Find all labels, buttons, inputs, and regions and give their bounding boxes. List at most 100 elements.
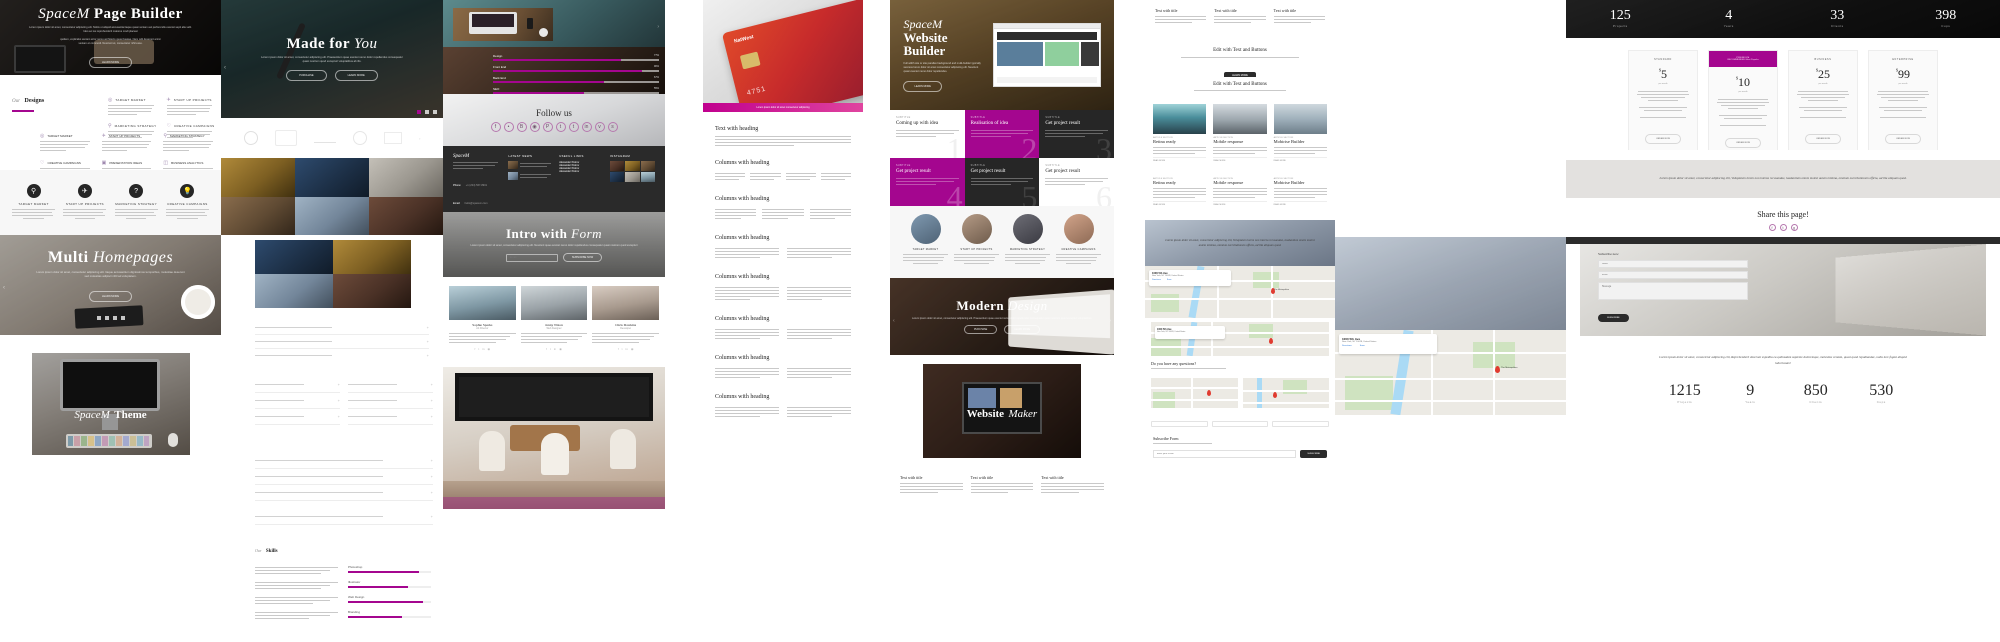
spacem-theme-card[interactable]: SpaceM Theme [31,353,190,455]
team-card[interactable]: Jenny Nixon Web Designer f t in ◉ [520,286,588,367]
icon-feature-item[interactable]: ⚲ TARGET MARKET [12,184,56,221]
map-pin-icon[interactable] [1269,338,1273,344]
footer-link[interactable]: Alexander Petrov [559,170,604,173]
hero-modern-design[interactable]: Modern Design Lorem ipsum dolor sit amet… [890,278,1114,355]
accordion-row[interactable]: + [255,453,433,469]
facebook-icon[interactable]: f [546,347,547,351]
map-panel-4[interactable] [1242,378,1329,408]
card-readmore[interactable]: READ MORE [1213,157,1267,162]
gallery-tile[interactable] [221,196,295,235]
subscribe-email-input[interactable] [1598,271,1748,279]
accordion-row[interactable]: + [348,393,433,409]
pricing-card[interactable]: STANDARD $5 per month ORDER NOW [1628,50,1698,150]
map-pin-icon[interactable] [1495,366,1500,373]
client-logo[interactable] [313,133,336,143]
subscribe-button[interactable]: SUBSCRIBE [1300,450,1327,458]
circle-feature-item[interactable]: START UP PROJECTS [954,214,999,278]
step-card[interactable]: SUBTITLE Get project result 5 [964,158,1040,206]
map-save-button[interactable]: Save [1167,279,1172,281]
client-logo[interactable] [243,131,258,145]
accordion-row[interactable]: + [255,409,340,425]
feature-item[interactable]: ✈ START UP PROJECTS [166,97,216,117]
slider-dots[interactable] [417,110,437,114]
team-card[interactable]: Chris Dawkins Developer f t in ◉ [592,286,659,367]
gallery-tile[interactable] [255,240,333,274]
flickr-icon[interactable]: • [503,122,514,132]
logo-next-arrow[interactable]: › [419,136,420,141]
feature-card[interactable]: ARTICLE SECTION Retina ready READ MORE [1153,104,1207,170]
accordion-row[interactable]: + [255,377,340,393]
accordion-row[interactable]: + [255,349,429,359]
facebook-icon[interactable]: f [475,347,476,351]
feature-item[interactable]: ◎ TARGET MARKET [108,97,157,117]
pricing-card[interactable]: ENTERPRISE $99 per month ORDER NOW [1868,50,1938,150]
feature-item[interactable]: ▣ PRESENTATION IDEAS [101,160,154,170]
feature-card[interactable]: ARTICLE SECTION Mobirise Builder READ MO… [1273,104,1327,170]
twitter-icon[interactable]: t [478,347,479,351]
gallery-tile[interactable] [369,196,443,235]
map-info-card[interactable]: 1000 5th Ave New York, NY 10028, United … [1339,334,1437,354]
slider-dots[interactable] [13,316,208,321]
slider-prev-arrow[interactable]: ‹ [893,318,895,324]
hero-page-builder[interactable]: SpaceM Page Builder Lorem ipsum dolor si… [0,0,221,75]
footer-news-item[interactable] [508,161,553,169]
step-card[interactable]: SUBTITLE Get project result 6 [1039,158,1114,206]
hero-learn-more-button[interactable]: LEARN MORE [1004,325,1041,335]
map-info-card[interactable]: 1000 5th Ave New York, NY 10028, United … [1155,326,1225,339]
pinterest-icon[interactable]: P [542,122,553,132]
linkedin-icon[interactable]: in [554,347,556,351]
vimeo-icon[interactable]: v [594,122,605,132]
footer-news-item[interactable] [508,172,553,180]
order-button[interactable]: ORDER NOW [1885,134,1921,144]
twitter-icon[interactable]: t [555,122,566,132]
subscribe-email-input[interactable] [1153,450,1297,458]
map-directions-button[interactable]: Directions [1342,345,1352,347]
dribbble-icon[interactable]: ◉ [529,122,540,132]
instagram-thumb[interactable] [640,172,655,182]
dribbble-icon[interactable]: ◉ [488,347,491,351]
accordion-row[interactable]: + [255,393,340,409]
accordion-row[interactable]: + [255,321,429,335]
behance-icon[interactable]: B [516,122,527,132]
feature-item[interactable]: ✈ START UP PROJECTS [101,133,154,153]
map-panel-1[interactable]: 1000 5th Ave New York, NY 10028, United … [1145,266,1335,318]
slider-prev-arrow[interactable]: ‹ [224,65,226,71]
dribbble-icon[interactable]: ◉ [631,347,634,351]
instagram-thumb[interactable] [610,161,625,171]
facebook-icon[interactable]: f [1768,224,1776,231]
tumblr-icon[interactable]: t [568,122,579,132]
email-input[interactable] [505,253,558,262]
feature-card[interactable]: ARTICLE SECTION Mobile response READ MOR… [1213,178,1267,220]
feature-card[interactable]: ARTICLE SECTION Mobirise Builder READ MO… [1273,178,1327,220]
map-pin-icon[interactable] [1272,392,1277,398]
linkedin-icon[interactable]: in [581,122,592,132]
card-readmore[interactable]: READ MORE [1153,201,1207,206]
card-readmore[interactable]: READ MORE [1213,201,1267,206]
gallery-tile[interactable] [333,274,411,308]
facebook-icon[interactable]: f [490,122,501,132]
subscribe-name-input[interactable] [1598,260,1748,268]
subscribe-message-input[interactable] [1598,282,1748,300]
icon-feature-item[interactable]: 💡 CREATIVE CAMPAIGNS [165,184,209,221]
circle-feature-item[interactable]: MARKETING STRATEGY [1005,214,1050,278]
subscribe-button[interactable]: SUBSCRIBE NOW [562,253,603,263]
instagram-thumb[interactable] [625,172,640,182]
map-save-button[interactable]: Save [1360,345,1365,347]
gallery-tile[interactable] [255,274,333,308]
accordion-row[interactable]: + [255,485,433,501]
client-logo[interactable] [352,131,367,145]
hero-purchase-button[interactable]: PURCHASE [286,70,327,82]
accordion-row[interactable]: + [348,377,433,393]
gallery-tile[interactable] [333,240,411,274]
step-card[interactable]: SUBTITLE Coming up with idea 1 [890,110,965,158]
client-logo[interactable] [383,132,402,144]
slider-next-arrow[interactable]: › [657,24,659,30]
website-maker-card[interactable]: Website Maker [923,364,1081,458]
card-readmore[interactable]: READ MORE [1153,157,1207,162]
linkedin-icon[interactable]: in [626,347,628,351]
order-button[interactable]: ORDER NOW [1725,138,1761,148]
accordion-row[interactable]: + [255,469,433,485]
gallery-tile[interactable] [295,158,369,197]
hero-learn-more-button[interactable]: LEARN MORE [88,57,133,69]
slider-prev-arrow[interactable]: ‹ [3,285,5,291]
